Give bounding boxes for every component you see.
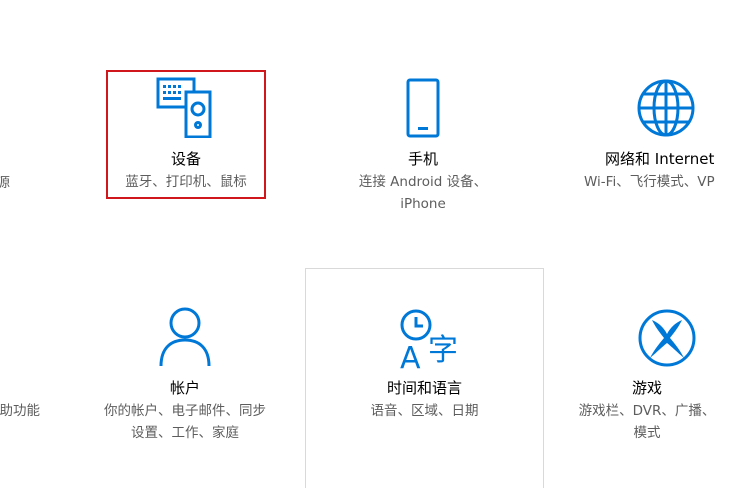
tile-title: 网络和 Internet [605,150,715,168]
tile-partial-left-2[interactable]: 助功能 [0,380,40,440]
tile-description: 你的帐户、电子邮件、同步 设置、工作、家庭 [104,403,266,441]
svg-text:字: 字 [428,333,458,368]
phone-icon [406,78,440,138]
tile-title: 帐户 [169,379,200,397]
svg-text:A: A [400,341,421,370]
tile-gaming[interactable]: 游戏 游戏栏、DVR、广播、 模式 [560,300,734,450]
xbox-icon [638,309,696,367]
tile-description: 游戏栏、DVR、广播、 模式 [578,403,716,441]
tile-description: 源 [0,175,10,191]
tile-partial-left-1[interactable]: 源 [0,150,10,210]
tile-network[interactable]: 网络和 Internet Wi-Fi、飞行模式、VP [565,70,734,220]
selection-highlight [106,70,266,199]
tile-time-language[interactable]: A 字 时间和语言 语音、区域、日期 [305,300,544,450]
tile-description: 连接 Android 设备、 iPhone [358,174,488,212]
person-icon [159,307,211,367]
tile-description: 助功能 [0,403,40,419]
tile-title: 时间和语言 [386,379,462,397]
tile-phone[interactable]: 手机 连接 Android 设备、 iPhone [318,70,528,220]
tile-accounts[interactable]: 帐户 你的帐户、电子邮件、同步 设置、工作、家庭 [80,300,290,450]
tile-title: 手机 [407,150,438,168]
globe-icon [637,79,695,137]
settings-home-page: 源 设备 蓝牙、打印机、鼠标 手机 连接 Android 设备、 iPhone … [0,0,734,488]
time-language-icon: A 字 [400,309,458,370]
tile-description: Wi-Fi、飞行模式、VP [584,174,715,190]
tile-title: 游戏 [631,379,662,397]
tile-description: 语音、区域、日期 [370,403,479,419]
